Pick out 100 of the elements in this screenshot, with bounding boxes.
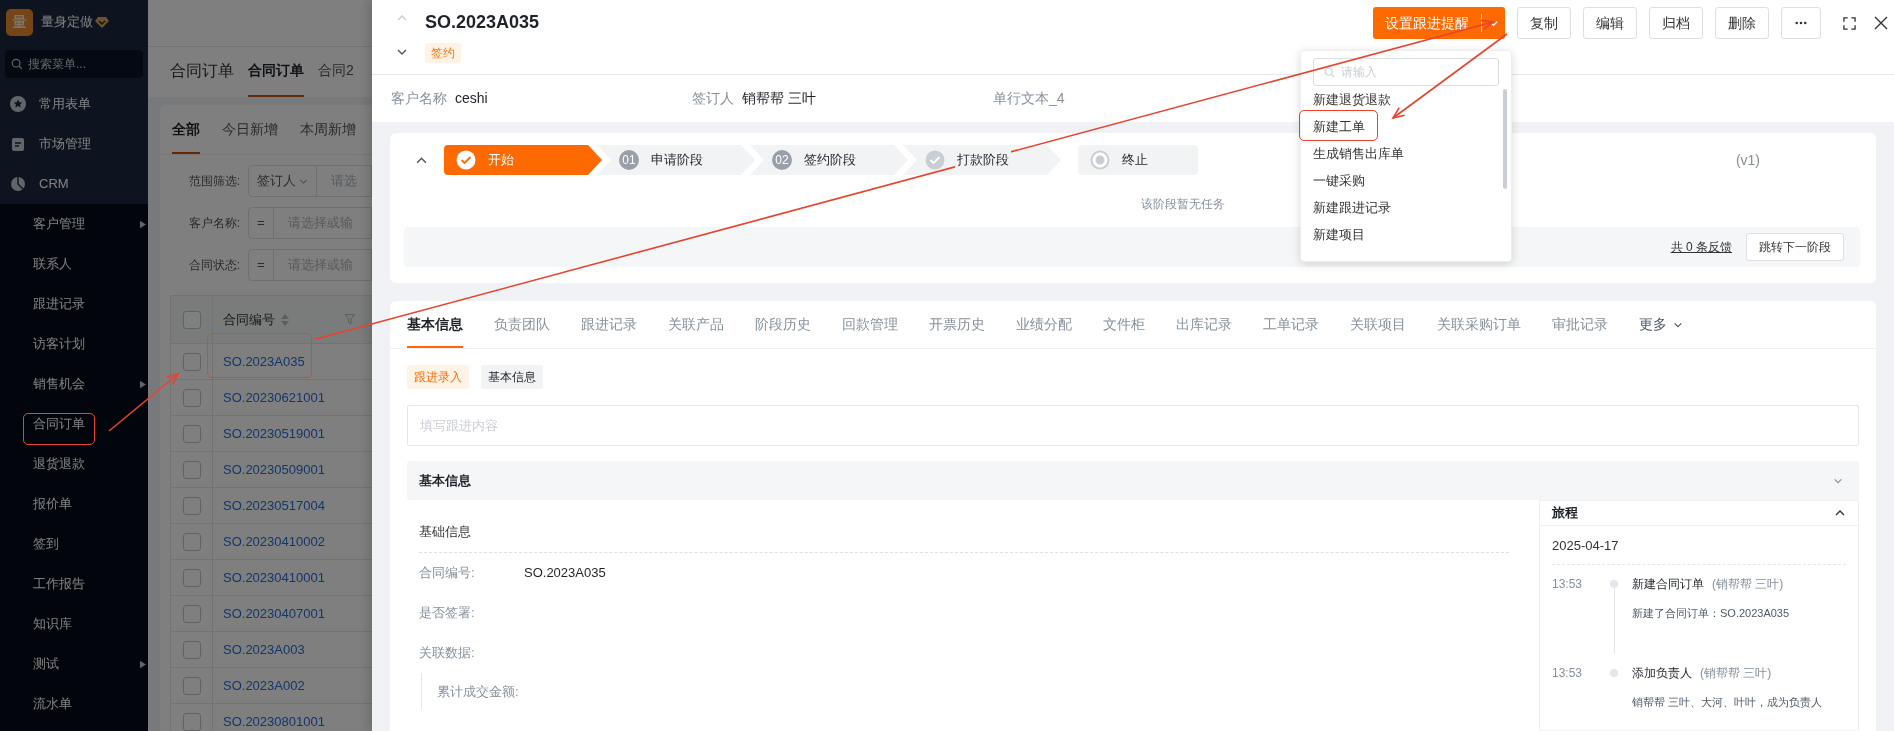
detail-tab[interactable]: 基本信息 — [407, 314, 463, 348]
page-tab[interactable]: 合同2 — [318, 60, 354, 97]
version-label: (v1) — [1735, 150, 1760, 170]
action-button[interactable]: 复制 — [1517, 7, 1571, 39]
row-checkbox[interactable] — [182, 460, 201, 479]
menu-item[interactable]: 测试 — [0, 644, 148, 684]
dropdown-item[interactable]: 生成销售出库单 — [1301, 140, 1503, 167]
row-checkbox[interactable] — [182, 532, 201, 551]
menu-group[interactable]: CRM — [0, 164, 148, 204]
next-stage-button[interactable]: 跳转下一阶段 — [1746, 233, 1844, 261]
form-value: SO.2023A035 — [524, 563, 606, 582]
dropdown-item[interactable]: 新建跟进记录 — [1301, 194, 1503, 221]
menu-item[interactable]: 销售机会 — [0, 364, 148, 404]
submenu-arrow-icon — [140, 379, 146, 389]
form-label: 合同编号: — [419, 563, 476, 582]
row-checkbox[interactable] — [182, 568, 201, 587]
menu-item[interactable]: 流水单 — [0, 684, 148, 724]
search-icon — [11, 58, 23, 70]
select-all-checkbox[interactable] — [182, 310, 201, 329]
reminder-split-button[interactable]: 设置跟进提醒 — [1373, 7, 1505, 39]
filter-label: 合同状态: — [187, 257, 240, 274]
row-checkbox[interactable] — [182, 496, 201, 515]
page-tab[interactable]: 合同订单 — [248, 60, 304, 97]
row-checkbox[interactable] — [182, 352, 201, 371]
contract-link[interactable]: SO.20230519001 — [213, 423, 325, 444]
dropdown-item[interactable]: 新建工单 — [1301, 113, 1503, 140]
detail-tab[interactable]: 关联项目 — [1350, 314, 1406, 348]
record-title: SO.2023A035 — [425, 11, 540, 34]
detail-tab[interactable]: 关联产品 — [668, 314, 724, 348]
event-title: 添加负责人 — [1632, 664, 1692, 682]
contract-link[interactable]: SO.20230410001 — [213, 567, 325, 588]
row-checkbox[interactable] — [182, 424, 201, 443]
sub-tab[interactable]: 基本信息 — [481, 365, 543, 389]
detail-tab[interactable]: 业绩分配 — [1016, 314, 1072, 348]
dropdown-item[interactable]: 新建退货退款 — [1301, 86, 1503, 113]
row-checkbox[interactable] — [182, 604, 201, 623]
more-button[interactable] — [1781, 7, 1821, 39]
event-detail: 销帮帮 三叶、大河、叶叶，成为负责人 — [1632, 694, 1823, 710]
menu-item[interactable]: 报价单 — [0, 484, 148, 524]
dropdown-item[interactable]: 新建项目 — [1301, 221, 1503, 248]
contract-link[interactable]: SO.20230407001 — [213, 603, 325, 624]
contract-link[interactable]: SO.20230509001 — [213, 459, 325, 480]
event-time: 13:53 — [1552, 575, 1584, 593]
detail-tab[interactable]: 跟进记录 — [581, 314, 637, 348]
detail-tab[interactable]: 工单记录 — [1263, 314, 1319, 348]
contract-link[interactable]: SO.20230410002 — [213, 531, 325, 552]
menu-search-field[interactable]: 搜索菜单... — [5, 50, 143, 78]
scrollbar-thumb[interactable] — [1503, 89, 1507, 189]
menu-item[interactable]: 工作报告 — [0, 564, 148, 604]
detail-tab[interactable]: 文件柜 — [1103, 314, 1145, 348]
fullscreen-icon[interactable] — [1843, 16, 1856, 30]
stage-label: 打款阶段 — [955, 150, 1011, 170]
section-header[interactable]: 基本信息 — [407, 461, 1859, 500]
detail-tab[interactable]: 回款管理 — [842, 314, 898, 348]
menu-item[interactable]: 退货退款 — [0, 444, 148, 484]
check-circle-icon — [456, 150, 476, 170]
group-title: 基础信息 — [419, 523, 472, 541]
row-checkbox[interactable] — [182, 640, 201, 659]
action-button[interactable]: 归档 — [1649, 7, 1703, 39]
detail-tab[interactable]: 开票历史 — [929, 314, 985, 348]
contract-link[interactable]: SO.20230621001 — [213, 387, 325, 408]
filter-icon[interactable] — [345, 314, 357, 325]
detail-tab[interactable]: 阶段历史 — [755, 314, 811, 348]
close-icon[interactable] — [1874, 16, 1888, 30]
menu-item[interactable]: 跟进记录 — [0, 284, 148, 324]
menu-group[interactable]: 市场管理 — [0, 124, 148, 164]
menu-group[interactable]: 常用表单 — [0, 84, 148, 124]
event-time: 13:53 — [1552, 664, 1584, 682]
menu-item[interactable]: 签到 — [0, 524, 148, 564]
menu-item[interactable]: 客户管理 — [0, 204, 148, 244]
detail-tab[interactable]: 出库记录 — [1176, 314, 1232, 348]
sub-tab[interactable]: 跟进录入 — [407, 365, 469, 389]
more-tab[interactable]: 更多 — [1639, 314, 1683, 348]
menu-item[interactable]: 知识库 — [0, 604, 148, 644]
row-checkbox[interactable] — [182, 676, 201, 695]
contract-link[interactable]: SO.2023A002 — [213, 675, 305, 696]
column-header[interactable]: 合同编号 — [213, 309, 275, 330]
detail-tab[interactable]: 关联采购订单 — [1437, 314, 1521, 348]
view-tab[interactable]: 今日新增 — [222, 119, 278, 154]
menu-item[interactable]: 联系人 — [0, 244, 148, 284]
form-label: 关联数据: — [419, 643, 476, 662]
contract-link[interactable]: SO.20230801001 — [213, 711, 325, 731]
contract-link[interactable]: SO.2023A035 — [213, 351, 305, 372]
detail-tab[interactable]: 审批记录 — [1552, 314, 1608, 348]
contract-link[interactable]: SO.2023A003 — [213, 639, 305, 660]
action-button[interactable]: 删除 — [1715, 7, 1769, 39]
detail-tab[interactable]: 负责团队 — [494, 314, 550, 348]
dropdown-item[interactable]: 一键采购 — [1301, 167, 1503, 194]
annotation-arrow — [108, 372, 180, 432]
row-checkbox[interactable] — [182, 712, 201, 731]
view-tab[interactable]: 全部 — [172, 119, 200, 154]
menu-item[interactable]: 合同订单 — [0, 404, 148, 444]
action-button[interactable]: 编辑 — [1583, 7, 1637, 39]
sort-icon[interactable] — [281, 313, 289, 326]
menu-item[interactable]: 访客计划 — [0, 324, 148, 364]
field-value: 销帮帮 三叶 — [742, 89, 816, 108]
view-tab[interactable]: 本周新增 — [300, 119, 356, 154]
contract-link[interactable]: SO.20230517004 — [213, 495, 325, 516]
feedback-link[interactable]: 共 0 条反馈 — [1670, 238, 1732, 256]
row-checkbox[interactable] — [182, 388, 201, 407]
